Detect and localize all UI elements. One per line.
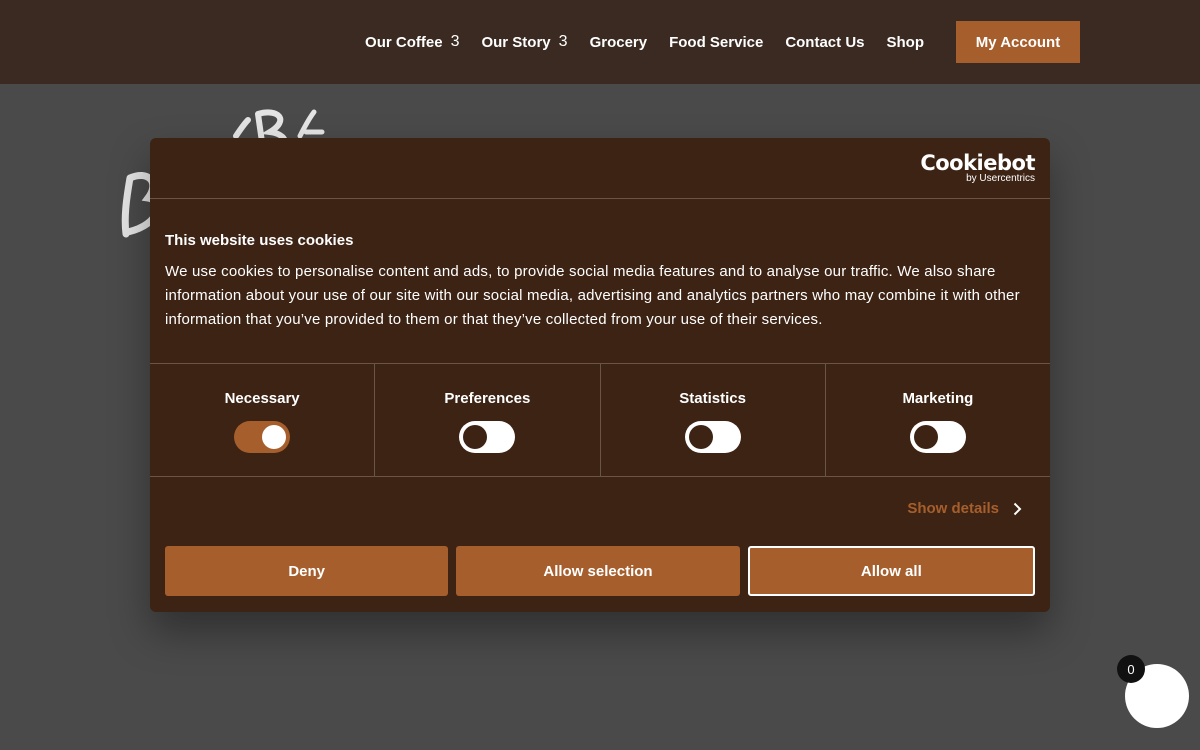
toggle-statistics-label: Statistics xyxy=(679,390,746,407)
my-account-button[interactable]: My Account xyxy=(956,21,1080,63)
consent-toggles: Necessary Preferences Statistics Marketi… xyxy=(150,363,1050,477)
chevron-down-icon: 3 xyxy=(558,33,568,50)
nav-our-story[interactable]: Our Story 3 xyxy=(481,33,567,51)
nav-shop-label: Shop xyxy=(886,33,925,51)
cookie-consent-dialog: Cookiebot by Usercentrics This website u… xyxy=(150,138,1050,612)
nav-food-service[interactable]: Food Service xyxy=(669,34,763,51)
statistics-switch[interactable] xyxy=(684,421,741,453)
dialog-actions: Deny Allow selection Allow all xyxy=(165,546,1035,596)
preferences-switch[interactable] xyxy=(459,421,516,453)
allow-all-button[interactable]: Allow all xyxy=(747,546,1035,596)
dialog-title: This website uses cookies xyxy=(165,232,354,249)
toggle-preferences-label: Preferences xyxy=(444,390,531,407)
nav-contact-us-label: Contact Us xyxy=(785,33,865,51)
deny-button[interactable]: Deny xyxy=(165,546,449,596)
switch-knob xyxy=(463,425,488,449)
toggle-marketing-label: Marketing xyxy=(902,390,974,407)
dialog-description: We use cookies to personalise content an… xyxy=(165,263,1020,328)
necessary-switch[interactable] xyxy=(234,421,291,453)
cookiebot-brand-sub: by Usercentrics xyxy=(966,173,1035,184)
nav-contact-us[interactable]: Contact Us xyxy=(785,34,864,51)
nav-grocery[interactable]: Grocery xyxy=(590,34,648,51)
cart-count-badge: 0 xyxy=(1117,655,1145,683)
show-details-label: Show details xyxy=(907,500,999,517)
toggle-marketing: Marketing xyxy=(826,364,1050,476)
dialog-header: Cookiebot by Usercentrics xyxy=(150,138,1050,199)
nav-our-coffee-label: Our Coffee xyxy=(365,33,443,51)
nav-our-story-label: Our Story xyxy=(481,33,551,51)
marketing-switch[interactable] xyxy=(909,421,966,453)
toggle-preferences: Preferences xyxy=(375,364,601,476)
toggle-necessary-label: Necessary xyxy=(224,390,300,407)
allow-selection-button[interactable]: Allow selection xyxy=(456,546,740,596)
switch-knob xyxy=(913,425,938,449)
show-details-link[interactable]: Show details xyxy=(907,500,1022,517)
main-nav: Our Coffee 3 Our Story 3 Grocery Food Se… xyxy=(365,0,1080,84)
cookiebot-logo: Cookiebot by Usercentrics xyxy=(920,152,1035,184)
site-header: Our Coffee 3 Our Story 3 Grocery Food Se… xyxy=(0,0,1200,84)
toggle-statistics: Statistics xyxy=(601,364,826,476)
chevron-right-icon xyxy=(1013,502,1022,515)
cookiebot-brand-name: Cookiebot xyxy=(920,151,1035,175)
switch-knob xyxy=(688,425,713,449)
chevron-down-icon: 3 xyxy=(450,33,460,50)
switch-knob xyxy=(262,425,287,449)
nav-food-service-label: Food Service xyxy=(669,33,764,51)
nav-grocery-label: Grocery xyxy=(589,33,648,51)
nav-our-coffee[interactable]: Our Coffee 3 xyxy=(365,33,459,51)
nav-shop[interactable]: Shop xyxy=(887,34,925,51)
toggle-necessary: Necessary xyxy=(150,364,376,476)
